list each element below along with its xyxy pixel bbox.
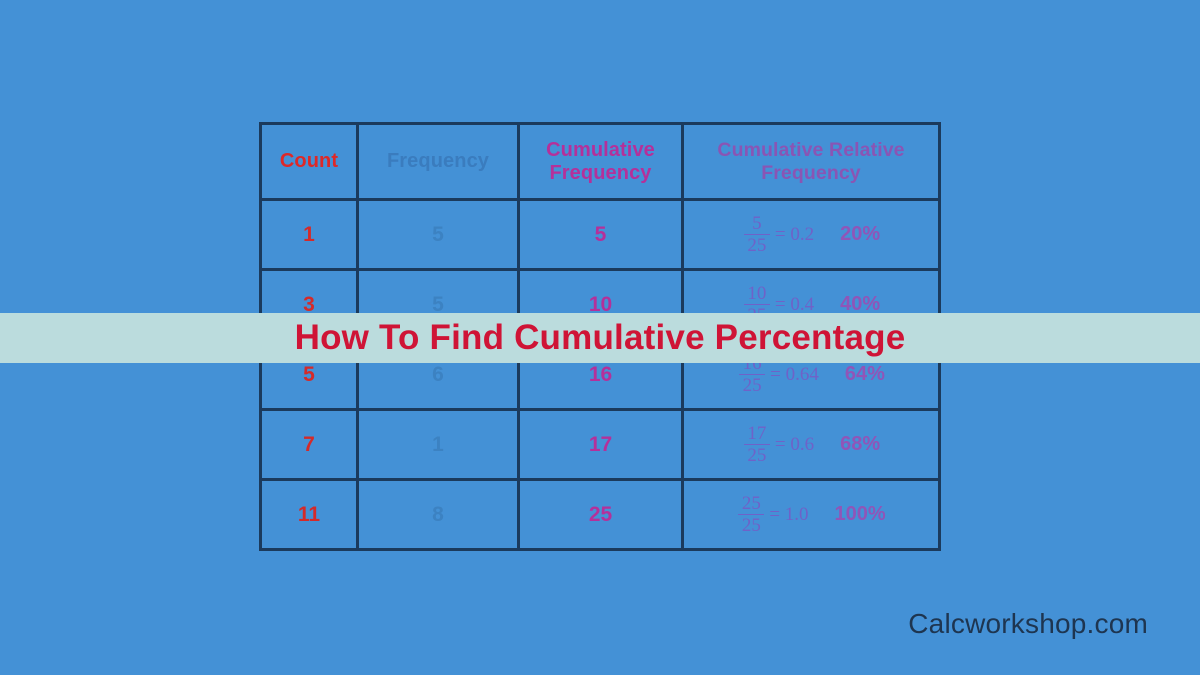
infographic-canvas: Count Frequency Cumulative Frequency Cum… — [0, 0, 1200, 675]
fraction-denominator: 25 — [747, 235, 767, 257]
table-row: 11 8 25 25 25 = 1.0 100% — [259, 478, 941, 551]
fraction-result: = 0.64 — [770, 363, 819, 385]
fraction-result: = 0.6 — [774, 433, 815, 455]
cell-frequency: 8 — [356, 478, 520, 551]
cell-count: 1 — [259, 198, 359, 271]
cell-count: 11 — [259, 478, 359, 551]
fraction-numerator: 10 — [747, 282, 767, 304]
title-banner: How To Find Cumulative Percentage — [0, 313, 1200, 363]
column-header-cumulative-relative-frequency: Cumulative Relative Frequency — [681, 122, 941, 201]
cumulative-percentage: 64% — [844, 363, 885, 385]
cell-cumulative-relative-frequency: 17 25 = 0.6 68% — [681, 408, 941, 481]
table-header-row: Count Frequency Cumulative Frequency Cum… — [259, 122, 941, 201]
fraction: 17 25 — [742, 422, 772, 467]
fraction-numerator: 17 — [747, 422, 767, 444]
fraction-result: = 1.0 — [769, 503, 809, 525]
table-header: Count Frequency Cumulative Frequency Cum… — [259, 122, 941, 201]
column-header-count: Count — [259, 122, 359, 201]
cell-frequency: 5 — [356, 198, 520, 271]
fraction-denominator: 25 — [741, 515, 761, 537]
fraction-numerator: 25 — [741, 492, 761, 514]
page-title: How To Find Cumulative Percentage — [294, 318, 906, 357]
table-row: 1 5 5 5 25 = 0.2 20% — [259, 198, 941, 271]
cumulative-percentage: 68% — [840, 433, 881, 455]
column-header-cumulative-frequency: Cumulative Frequency — [517, 122, 684, 201]
cell-cumulative-frequency: 17 — [517, 408, 684, 481]
column-header-frequency: Frequency — [356, 122, 520, 201]
cumulative-percentage: 20% — [840, 223, 881, 245]
fraction-expression: 25 25 = 1.0 — [736, 492, 809, 537]
fraction-denominator: 25 — [747, 445, 767, 467]
table-body: 1 5 5 5 25 = 0.2 20% 3 5 10 10 = 0.4 40%… — [259, 198, 941, 551]
cumulative-percentage: 100% — [834, 503, 886, 525]
fraction: 25 25 — [736, 492, 766, 537]
cell-frequency: 1 — [356, 408, 520, 481]
cell-cumulative-frequency: 5 — [517, 198, 684, 271]
fraction: 5 25 — [742, 212, 772, 257]
cell-cumulative-frequency: 25 — [517, 478, 684, 551]
fraction-denominator: 25 — [742, 375, 762, 397]
site-watermark: Calcworkshop.com — [908, 608, 1148, 639]
fraction-expression: 17 25 = 0.6 — [742, 422, 815, 467]
fraction-result: = 0.2 — [774, 223, 815, 245]
cell-cumulative-relative-frequency: 25 25 = 1.0 100% — [681, 478, 941, 551]
fraction-expression: 5 25 = 0.2 — [742, 212, 815, 257]
cell-cumulative-relative-frequency: 5 25 = 0.2 20% — [681, 198, 941, 271]
cell-count: 7 — [259, 408, 359, 481]
table-row: 7 1 17 17 25 = 0.6 68% — [259, 408, 941, 481]
fraction-numerator: 5 — [752, 212, 762, 234]
